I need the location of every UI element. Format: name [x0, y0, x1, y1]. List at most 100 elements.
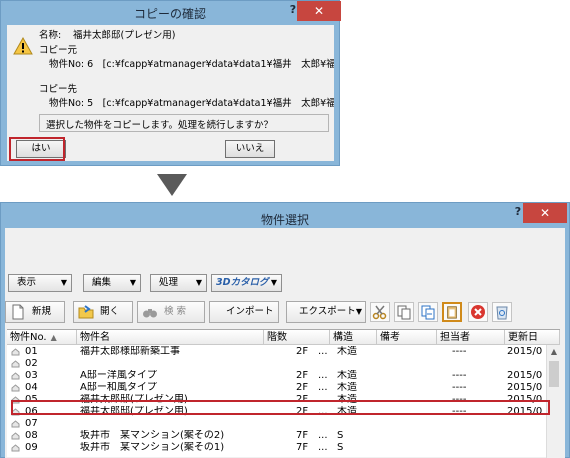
delete-button[interactable] — [468, 302, 488, 322]
new-button[interactable]: 新規 — [5, 301, 65, 323]
row-structure: 木造 — [337, 346, 357, 357]
caret-down-icon: ▼ — [129, 278, 136, 287]
view-menu-label: 表示 — [17, 277, 37, 288]
row-structure: S — [337, 430, 344, 441]
row-name: A邸ー和風タイプ — [80, 382, 157, 393]
process-menu[interactable]: 処理 ▼ — [150, 274, 207, 292]
search-button[interactable]: 検 索 — [137, 301, 205, 323]
property-table: 物件No. ▲ 物件名 階数 構造 備考 担当者 更新日 01 福井太郎様邸新築工事… — [7, 329, 561, 458]
move-button[interactable] — [418, 302, 438, 322]
warning-icon — [13, 37, 33, 55]
column-label: 物件No. — [10, 332, 47, 343]
table-row[interactable]: 08 坂井市 某マンション(案その2) 7F... S — [7, 430, 545, 442]
catalog-label: 3Dカタログ — [216, 277, 269, 288]
house-icon — [11, 384, 20, 392]
table-row[interactable]: 09 坂井市 某マンション(案その1) 7F... S — [7, 442, 545, 454]
column-header-floors[interactable]: 階数 — [264, 330, 330, 345]
house-icon — [11, 420, 20, 428]
row-date: 2015/0 — [507, 382, 543, 393]
cut-button[interactable] — [370, 302, 390, 322]
title-bar[interactable]: コピーの確認 ? ✕ — [1, 1, 341, 25]
row-number: 02 — [25, 358, 38, 369]
highlight-box — [9, 137, 65, 161]
row-number: 07 — [25, 418, 38, 429]
row-number: 08 — [25, 430, 38, 441]
house-icon — [11, 444, 20, 452]
scissors-icon — [372, 305, 387, 320]
open-button[interactable]: 開く — [73, 301, 133, 323]
row-more: ... — [318, 430, 328, 441]
row-more: ... — [318, 370, 328, 381]
scroll-thumb[interactable] — [549, 361, 559, 387]
column-header-staff[interactable]: 担当者 — [437, 330, 505, 345]
table-row[interactable]: 07 — [7, 418, 545, 430]
house-icon — [11, 360, 20, 368]
row-more: ... — [318, 346, 328, 357]
export-label: エクスポート — [299, 306, 356, 317]
row-staff: ---- — [452, 370, 467, 381]
column-header-date[interactable]: 更新日 — [505, 330, 560, 345]
source-label: コピー元 — [39, 45, 78, 56]
row-name: A邸ー洋風タイプ — [80, 370, 157, 381]
table-header: 物件No. ▲ 物件名 階数 構造 備考 担当者 更新日 — [7, 330, 560, 345]
row-number: 03 — [25, 370, 38, 381]
move-icon — [421, 305, 435, 320]
column-header-no[interactable]: 物件No. ▲ — [7, 330, 77, 345]
row-more: ... — [318, 382, 328, 393]
row-name: 坂井市 某マンション(案その1) — [80, 442, 225, 453]
row-staff: ---- — [452, 382, 467, 393]
import-button[interactable]: インポート — [209, 301, 279, 323]
row-number: 09 — [25, 442, 38, 453]
destination-path: 物件No: 5 [c:¥fcapp¥atmanager¥data¥data1¥福… — [49, 98, 334, 109]
row-date: 2015/0 — [507, 346, 543, 357]
column-header-remarks[interactable]: 備考 — [377, 330, 437, 345]
edit-menu[interactable]: 編集 ▼ — [83, 274, 141, 292]
row-floors: 7F — [296, 430, 309, 441]
house-icon — [11, 432, 20, 440]
new-document-icon — [12, 304, 24, 320]
row-structure: S — [337, 442, 344, 453]
row-structure: 木造 — [337, 370, 357, 381]
row-name: 坂井市 某マンション(案その2) — [80, 430, 225, 441]
down-arrow-icon — [157, 174, 187, 196]
row-name: 福井太郎様邸新築工事 — [80, 346, 180, 357]
view-menu[interactable]: 表示 ▼ — [8, 274, 72, 292]
house-icon — [11, 348, 20, 356]
row-floors: 7F — [296, 442, 309, 453]
3d-catalog-menu[interactable]: 3Dカタログ ▼ — [211, 274, 282, 292]
binoculars-icon — [143, 309, 157, 318]
table-row[interactable]: 04 A邸ー和風タイプ 2F... 木造 ---- 2015/0 — [7, 382, 545, 394]
table-row[interactable]: 02 — [7, 358, 545, 370]
row-floors: 2F — [296, 370, 309, 381]
row-number: 01 — [25, 346, 38, 357]
row-structure: 木造 — [337, 382, 357, 393]
caret-down-icon: ▼ — [60, 278, 67, 287]
row-date: 2015/0 — [507, 370, 543, 381]
edit-menu-label: 編集 — [92, 277, 112, 288]
clipboard-icon — [447, 306, 457, 319]
close-button[interactable]: ✕ — [297, 1, 341, 21]
row-number: 04 — [25, 382, 38, 393]
search-label: 検 索 — [164, 306, 187, 317]
import-label: インポート — [226, 306, 274, 317]
copy-confirm-dialog: コピーの確認 ? ✕ 名称: 福井太郎邸(プレゼン用) コピー元 物件No: 6… — [0, 0, 341, 166]
house-icon — [11, 372, 20, 380]
column-header-structure[interactable]: 構造 — [330, 330, 377, 345]
trash-button[interactable] — [492, 302, 512, 322]
row-more: ... — [318, 442, 328, 453]
export-button[interactable]: エクスポート ▼ — [286, 301, 366, 323]
column-header-name[interactable]: 物件名 — [77, 330, 264, 345]
destination-label: コピー先 — [39, 84, 78, 95]
open-folder-icon — [78, 305, 94, 319]
table-row[interactable]: 03 A邸ー洋風タイプ 2F... 木造 ---- 2015/0 — [7, 370, 545, 382]
new-label: 新規 — [32, 306, 52, 317]
name-label: 名称: — [39, 30, 62, 41]
table-row[interactable]: 01 福井太郎様邸新築工事 2F... 木造 ---- 2015/0 — [7, 346, 545, 358]
no-button[interactable]: いいえ — [225, 140, 275, 158]
highlight-box — [11, 400, 550, 415]
recycle-bin-icon — [496, 306, 508, 320]
scroll-up-icon[interactable]: ▲ — [547, 345, 561, 359]
paste-button[interactable] — [442, 302, 462, 322]
caret-down-icon: ▼ — [270, 278, 277, 287]
copy-button[interactable] — [394, 302, 414, 322]
